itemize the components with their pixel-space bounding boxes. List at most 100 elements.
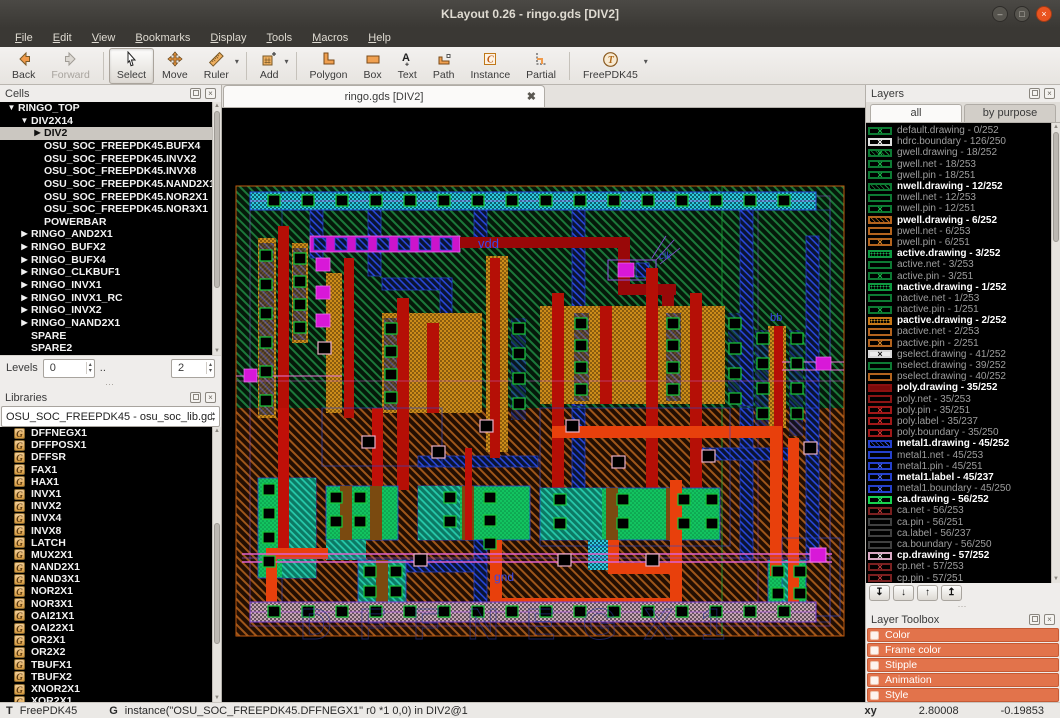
float-panel-icon[interactable] (1029, 88, 1040, 99)
layer-row-metal1.drawing[interactable]: metal1.drawing - 45/252 (868, 438, 1050, 449)
section-expand-box[interactable] (870, 631, 879, 640)
library-cell-invx8[interactable]: GINVX8 (0, 525, 221, 537)
library-cell-or2x2[interactable]: GOR2X2 (0, 646, 221, 658)
expand-arrow-icon[interactable]: ▶ (18, 228, 31, 241)
layer-swatch[interactable] (868, 283, 892, 291)
panel-splitter[interactable]: ⋯ (866, 602, 1060, 611)
close-panel-icon[interactable]: × (205, 88, 216, 99)
minimize-button[interactable]: – (992, 6, 1008, 22)
library-cell-tbufx1[interactable]: GTBUFX1 (0, 659, 221, 671)
library-cell-fax1[interactable]: GFAX1 (0, 464, 221, 476)
layer-swatch[interactable] (868, 194, 892, 202)
layer-swatch[interactable] (868, 328, 892, 336)
layer-swatch[interactable] (868, 261, 892, 269)
layers-scrollbar-thumb[interactable] (1053, 132, 1059, 242)
layer-swatch[interactable]: × (868, 238, 892, 246)
cell-tree-item-ringo_invx1_rc[interactable]: ▶RINGO_INVX1_RC (0, 292, 221, 305)
section-expand-box[interactable] (870, 661, 879, 670)
move-top-icon[interactable]: ↥ (941, 585, 962, 601)
layer-swatch[interactable]: × (868, 429, 892, 437)
menu-file[interactable]: File (6, 31, 42, 45)
close-panel-icon[interactable]: × (205, 392, 216, 403)
layer-swatch[interactable]: × (868, 574, 892, 582)
layer-row-metal1.net[interactable]: metal1.net - 45/253 (868, 449, 1050, 460)
library-cell-xor2x1[interactable]: GXOR2X1 (0, 695, 221, 702)
cell-tree-item-osu_soc_freepdk45.nor3x1[interactable]: OSU_SOC_FREEPDK45.NOR3X1 (0, 203, 221, 216)
layer-row-ca.drawing[interactable]: ×ca.drawing - 56/252 (868, 494, 1050, 505)
move-up-icon[interactable]: ↑ (917, 585, 938, 601)
layer-row-nwell.drawing[interactable]: nwell.drawing - 12/252 (868, 181, 1050, 192)
layer-row-gwell.drawing[interactable]: ×gwell.drawing - 18/252 (868, 147, 1050, 158)
menu-help[interactable]: Help (359, 31, 400, 45)
layer-row-metal1.boundary[interactable]: ×metal1.boundary - 45/250 (868, 483, 1050, 494)
layer-row-poly.boundary[interactable]: ×poly.boundary - 35/250 (868, 427, 1050, 438)
layer-row-nselect.drawing[interactable]: nselect.drawing - 39/252 (868, 360, 1050, 371)
layer-swatch[interactable] (868, 395, 892, 403)
layer-row-default.drawing[interactable]: ×default.drawing - 0/252 (868, 125, 1050, 136)
instance-button[interactable]: CInstance (462, 48, 518, 84)
layer-row-poly.drawing[interactable]: poly.drawing - 35/252 (868, 382, 1050, 393)
layer-swatch[interactable] (868, 183, 892, 191)
select-button[interactable]: Select (109, 48, 154, 84)
library-cell-or2x1[interactable]: GOR2X1 (0, 634, 221, 646)
layer-swatch[interactable] (868, 541, 892, 549)
layer-swatch[interactable] (868, 227, 892, 235)
cell-tree-item-ringo_invx2[interactable]: ▶RINGO_INVX2 (0, 304, 221, 317)
layer-swatch[interactable]: × (868, 406, 892, 414)
layer-row-cp.net[interactable]: ×cp.net - 57/253 (868, 561, 1050, 572)
expand-arrow-icon[interactable]: ▶ (18, 266, 31, 279)
close-button[interactable]: × (1036, 6, 1052, 22)
add-button[interactable]: Add (252, 48, 287, 84)
library-cell-invx4[interactable]: GINVX4 (0, 512, 221, 524)
gds-layout-drawing[interactable]: DFFNEGX1 vdd gnd clk bb (222, 108, 865, 702)
cell-tree-item-spare2[interactable]: SPARE2 (0, 342, 221, 355)
library-cell-oai21x1[interactable]: GOAI21X1 (0, 610, 221, 622)
maximize-button[interactable]: □ (1014, 6, 1030, 22)
layer-row-hdrc.boundary[interactable]: ×hdrc.boundary - 126/250 (868, 136, 1050, 147)
dropdown-arrow-icon[interactable]: ▾ (285, 57, 289, 66)
layer-swatch[interactable]: × (868, 160, 892, 168)
layer-row-pactive.drawing[interactable]: pactive.drawing - 2/252 (868, 315, 1050, 326)
layer-row-ca.net[interactable]: ×ca.net - 56/253 (868, 505, 1050, 516)
layer-row-pselect.drawing[interactable]: pselect.drawing - 40/252 (868, 371, 1050, 382)
layer-swatch[interactable] (868, 451, 892, 459)
layer-row-cp.pin[interactable]: ×cp.pin - 57/251 (868, 573, 1050, 584)
layer-toolbox-section-frame-color[interactable]: Frame color (867, 643, 1059, 657)
layer-row-nwell.net[interactable]: nwell.net - 12/253 (868, 192, 1050, 203)
layer-swatch[interactable]: × (868, 149, 892, 157)
expand-arrow-icon[interactable]: ▶ (18, 292, 31, 305)
cell-tree-item-ringo_invx1[interactable]: ▶RINGO_INVX1 (0, 279, 221, 292)
layer-row-nactive.drawing[interactable]: nactive.drawing - 1/252 (868, 282, 1050, 293)
layer-row-poly.pin[interactable]: ×poly.pin - 35/251 (868, 405, 1050, 416)
layer-swatch[interactable] (868, 384, 892, 392)
library-cell-dffsr[interactable]: GDFFSR (0, 451, 221, 463)
layer-row-metal1.label[interactable]: ×metal1.label - 45/237 (868, 472, 1050, 483)
levels-to-spinbox[interactable]: 2 ▴▾ (171, 359, 215, 378)
cell-tree-item-div2x14[interactable]: ▼DIV2X14 (0, 115, 221, 128)
freepdk45-button[interactable]: TFreePDK45 (575, 48, 646, 84)
menu-display[interactable]: Display (201, 31, 255, 45)
library-cell-tbufx2[interactable]: GTBUFX2 (0, 671, 221, 683)
box-button[interactable]: Box (356, 48, 390, 84)
layer-swatch[interactable]: × (868, 205, 892, 213)
layer-swatch[interactable]: × (868, 350, 892, 358)
collapse-arrow-icon[interactable]: ▼ (18, 115, 31, 128)
layer-row-gwell.net[interactable]: ×gwell.net - 18/253 (868, 159, 1050, 170)
layer-swatch[interactable] (868, 294, 892, 302)
layer-swatch[interactable]: × (868, 496, 892, 504)
layer-swatch[interactable] (868, 529, 892, 537)
tab-ringo-gds[interactable]: ringo.gds [DIV2] ✖ (223, 85, 545, 107)
section-expand-box[interactable] (870, 691, 879, 700)
panel-splitter[interactable]: ⋯ (0, 380, 221, 389)
move-bottom-icon[interactable]: ↧ (869, 585, 890, 601)
layer-row-active.net[interactable]: active.net - 3/253 (868, 259, 1050, 270)
layer-row-active.drawing[interactable]: active.drawing - 3/252 (868, 248, 1050, 259)
float-panel-icon[interactable] (190, 88, 201, 99)
layer-row-gwell.pin[interactable]: ×gwell.pin - 18/251 (868, 170, 1050, 181)
library-select-combo[interactable]: OSU_SOC_FREEPDK45 - osu_soc_lib.gds ▴▾ (1, 406, 220, 427)
layout-canvas[interactable]: DFFNEGX1 vdd gnd clk bb (222, 108, 865, 702)
back-button[interactable]: Back (4, 48, 43, 84)
dropdown-arrow-icon[interactable]: ▾ (235, 57, 239, 66)
polygon-button[interactable]: Polygon (302, 48, 356, 84)
layer-row-ca.pin[interactable]: ca.pin - 56/251 (868, 517, 1050, 528)
